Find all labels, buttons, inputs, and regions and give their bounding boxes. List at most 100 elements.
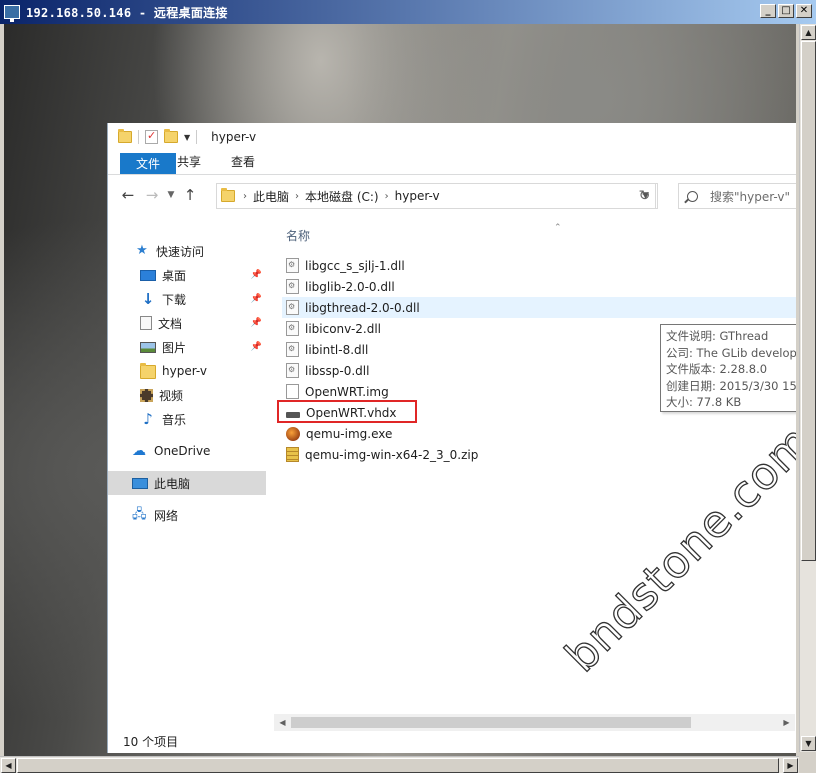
list-item[interactable]: libglib-2.0-0.dll bbox=[286, 276, 395, 297]
file-name: libssp-0.dll bbox=[305, 363, 370, 378]
network-icon: 🖧 bbox=[132, 507, 147, 522]
column-header-label: 名称 bbox=[286, 229, 311, 243]
scroll-left-arrow-icon[interactable]: ◀ bbox=[274, 714, 291, 731]
exe-file-icon bbox=[286, 426, 300, 441]
breadcrumb-this-pc[interactable]: 此电脑 bbox=[253, 188, 289, 205]
scroll-up-arrow-icon[interactable]: ▲ bbox=[801, 25, 816, 40]
nav-item-documents[interactable]: 文档 📌 bbox=[108, 311, 266, 335]
maximize-button[interactable]: □ bbox=[778, 4, 794, 18]
music-icon: ♪ bbox=[143, 410, 153, 428]
breadcrumb-separator-icon[interactable]: › bbox=[243, 191, 247, 202]
pin-icon[interactable]: 📌 bbox=[251, 342, 262, 352]
ribbon-tabs: 文件 主页 共享 查看 bbox=[108, 151, 796, 175]
up-arrow-icon[interactable]: ↑ bbox=[178, 186, 202, 204]
horizontal-scrollbar[interactable]: ◀ ▶ bbox=[274, 714, 795, 731]
nav-item-desktop[interactable]: 桌面 📌 bbox=[108, 263, 266, 287]
nav-item-this-pc[interactable]: 此电脑 bbox=[108, 471, 266, 495]
remote-desktop-icon bbox=[4, 5, 20, 22]
this-pc-icon bbox=[132, 477, 148, 489]
breadcrumb-separator-icon[interactable]: › bbox=[295, 191, 299, 202]
recent-locations-chevron-icon[interactable]: ▼ bbox=[164, 190, 178, 200]
nav-item-label: 桌面 bbox=[162, 268, 187, 283]
tooltip-line: 文件版本: 2.28.8.0 bbox=[666, 362, 768, 377]
properties-icon[interactable] bbox=[145, 129, 158, 144]
nav-item-label: 此电脑 bbox=[154, 476, 191, 491]
nav-item-network[interactable]: 🖧 网络 bbox=[108, 503, 266, 527]
nav-item-downloads[interactable]: ↓ 下载 📌 bbox=[108, 287, 266, 311]
file-name: libglib-2.0-0.dll bbox=[305, 279, 395, 294]
search-icon bbox=[687, 190, 698, 202]
back-arrow-icon[interactable]: ← bbox=[116, 186, 140, 204]
scrollbar-thumb[interactable] bbox=[291, 717, 691, 728]
nav-item-label: 音乐 bbox=[162, 412, 187, 427]
column-header-name[interactable]: 名称 ⌃ bbox=[274, 221, 796, 251]
dll-file-icon bbox=[286, 279, 299, 294]
breadcrumb-separator-icon[interactable]: › bbox=[385, 191, 389, 202]
list-item[interactable]: libgthread-2.0-0.dll bbox=[282, 297, 796, 318]
status-bar: 10 个项目 bbox=[108, 731, 796, 753]
folder-icon bbox=[140, 363, 156, 379]
folder-icon bbox=[118, 129, 132, 143]
rdp-window-title: 192.168.50.146 - 远程桌面连接 bbox=[26, 5, 228, 20]
list-item[interactable]: qemu-img.exe bbox=[286, 423, 392, 444]
nav-item-label: 视频 bbox=[159, 388, 184, 403]
search-input[interactable]: 搜索"hyper-v" bbox=[678, 183, 796, 209]
file-name: libgcc_s_sjlj-1.dll bbox=[305, 258, 405, 273]
rdp-title-bar: 192.168.50.146 - 远程桌面连接 _ □ ✕ bbox=[0, 0, 816, 24]
breadcrumb-local-disk[interactable]: 本地磁盘 (C:) bbox=[305, 188, 379, 205]
pin-icon[interactable]: 📌 bbox=[251, 318, 262, 328]
dll-file-icon bbox=[286, 321, 299, 336]
tab-view[interactable]: 查看 bbox=[216, 150, 270, 174]
scroll-right-arrow-icon[interactable]: ▶ bbox=[783, 758, 798, 773]
file-name: qemu-img-win-x64-2_3_0.zip bbox=[305, 447, 479, 462]
onedrive-icon: ☁ bbox=[132, 443, 146, 459]
navigation-pane: ★ 快速访问 桌面 📌 ↓ 下载 📌 文档 📌 图片 📌 hyper-v 视频 … bbox=[108, 239, 266, 729]
tooltip-line: 创建日期: 2015/3/30 15 bbox=[666, 378, 796, 393]
forward-arrow-icon[interactable]: → bbox=[140, 186, 164, 204]
breadcrumb-hyper-v[interactable]: hyper-v bbox=[395, 189, 440, 203]
refresh-button[interactable]: ↻ bbox=[632, 183, 658, 209]
sort-chevron-up-icon: ⌃ bbox=[554, 223, 562, 233]
rdp-vertical-scrollbar[interactable]: ▲ ▼ bbox=[799, 24, 816, 752]
list-item[interactable]: libintl-8.dll bbox=[286, 339, 368, 360]
file-name: qemu-img.exe bbox=[306, 426, 393, 441]
pin-icon[interactable]: 📌 bbox=[251, 294, 262, 304]
new-folder-icon[interactable] bbox=[164, 129, 178, 143]
list-item[interactable]: qemu-img-win-x64-2_3_0.zip bbox=[286, 444, 478, 465]
document-icon bbox=[140, 316, 152, 330]
tab-file[interactable]: 文件 bbox=[120, 153, 177, 174]
scroll-right-arrow-icon[interactable]: ▶ bbox=[778, 714, 795, 731]
file-name: libgthread-2.0-0.dll bbox=[305, 300, 420, 315]
list-item[interactable]: libssp-0.dll bbox=[286, 360, 369, 381]
dll-file-icon bbox=[286, 258, 299, 273]
scrollbar-thumb[interactable] bbox=[17, 758, 779, 773]
pin-icon[interactable]: 📌 bbox=[251, 270, 262, 280]
desktop-icon bbox=[140, 269, 156, 281]
nav-item-pictures[interactable]: 图片 📌 bbox=[108, 335, 266, 359]
customize-toolbar-chevron-icon[interactable]: ▼ bbox=[184, 133, 190, 142]
toolbar-divider bbox=[138, 130, 139, 144]
rdp-horizontal-scrollbar[interactable]: ◀ ▶ bbox=[0, 756, 799, 773]
dll-file-icon bbox=[286, 342, 299, 357]
address-bar[interactable]: › 此电脑 › 本地磁盘 (C:) › hyper-v ▼ bbox=[216, 183, 656, 209]
nav-item-hyper-v[interactable]: hyper-v bbox=[108, 359, 266, 383]
file-name: libiconv-2.dll bbox=[305, 321, 382, 336]
tooltip-line: 公司: The GLib develop bbox=[666, 345, 796, 360]
close-button[interactable]: ✕ bbox=[796, 4, 812, 18]
nav-item-videos[interactable]: 视频 bbox=[108, 383, 266, 407]
nav-item-onedrive[interactable]: ☁ OneDrive bbox=[108, 439, 266, 463]
minimize-button[interactable]: _ bbox=[760, 4, 776, 18]
scrollbar-thumb[interactable] bbox=[801, 41, 816, 561]
list-item[interactable]: libgcc_s_sjlj-1.dll bbox=[286, 255, 405, 276]
scroll-down-arrow-icon[interactable]: ▼ bbox=[801, 736, 816, 751]
nav-item-music[interactable]: ♪ 音乐 bbox=[108, 407, 266, 431]
nav-item-quick-access[interactable]: ★ 快速访问 bbox=[108, 239, 266, 263]
toolbar-divider bbox=[196, 130, 198, 144]
nav-item-label: OneDrive bbox=[154, 444, 211, 458]
list-item[interactable]: OpenWRT.img bbox=[286, 381, 389, 402]
zip-file-icon bbox=[286, 447, 299, 462]
scroll-left-arrow-icon[interactable]: ◀ bbox=[1, 758, 16, 773]
list-item[interactable]: libiconv-2.dll bbox=[286, 318, 381, 339]
address-bar-row: ← → ▼ ↑ › 此电脑 › 本地磁盘 (C:) › hyper-v ▼ ↻ … bbox=[108, 175, 796, 215]
nav-item-label: hyper-v bbox=[162, 364, 207, 378]
